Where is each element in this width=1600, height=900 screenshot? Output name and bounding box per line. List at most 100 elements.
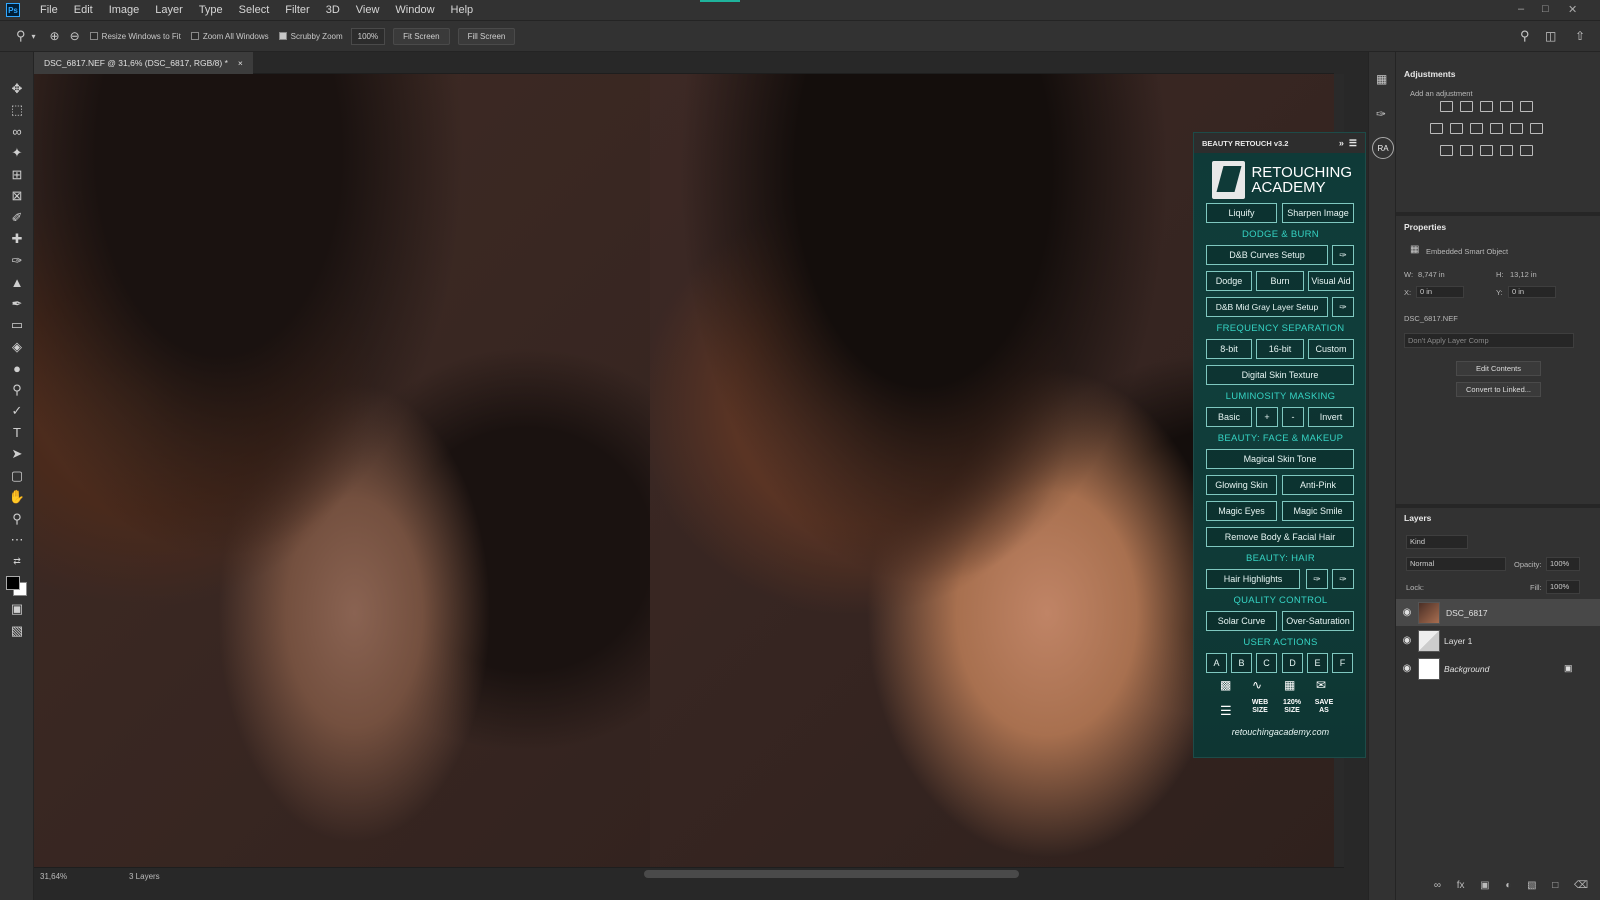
menu-3d[interactable]: 3D bbox=[318, 4, 348, 16]
levels-icon[interactable]: ▩ bbox=[1220, 678, 1231, 692]
link-layers-icon[interactable]: ∞ bbox=[1434, 880, 1441, 891]
user-action-d-button[interactable]: D bbox=[1282, 653, 1303, 673]
screen-mode-icon[interactable]: ▧ bbox=[0, 620, 34, 642]
ra-plugin-icon[interactable]: RA bbox=[1372, 137, 1394, 159]
menu-file[interactable]: File bbox=[32, 4, 66, 16]
user-action-e-button[interactable]: E bbox=[1307, 653, 1328, 673]
blur-tool-icon[interactable]: ● bbox=[0, 358, 34, 380]
menu-select[interactable]: Select bbox=[231, 4, 278, 16]
fx-icon[interactable]: fx bbox=[1457, 880, 1465, 891]
digital-skin-texture-button[interactable]: Digital Skin Texture bbox=[1206, 365, 1354, 385]
menu-filter[interactable]: Filter bbox=[277, 4, 317, 16]
web-size-button[interactable]: WEB SIZE bbox=[1246, 699, 1274, 715]
y-input[interactable]: 0 in bbox=[1508, 286, 1556, 298]
adjustment-layer-icon[interactable]: ◐ bbox=[1505, 880, 1511, 891]
x-input[interactable]: 0 in bbox=[1416, 286, 1464, 298]
visual-aid-button[interactable]: Visual Aid bbox=[1308, 271, 1354, 291]
lum-invert-button[interactable]: Invert bbox=[1308, 407, 1354, 427]
posterize-icon[interactable] bbox=[1460, 145, 1473, 156]
menu-window[interactable]: Window bbox=[387, 4, 442, 16]
crop-tool-icon[interactable]: ⊞ bbox=[0, 164, 34, 186]
zoom-out-icon[interactable]: ⊖ bbox=[70, 29, 80, 43]
minimize-icon[interactable]: – bbox=[1518, 3, 1524, 15]
user-action-b-button[interactable]: B bbox=[1231, 653, 1252, 673]
more-tools-icon[interactable]: ⋯ bbox=[0, 530, 34, 552]
menu-help[interactable]: Help bbox=[443, 4, 482, 16]
horizontal-scrollbar[interactable] bbox=[644, 870, 1019, 878]
eye-icon[interactable]: ◉ bbox=[1396, 607, 1418, 618]
pen-tool-icon[interactable]: ✓ bbox=[0, 401, 34, 423]
resize-windows-checkbox[interactable]: Resize Windows to Fit bbox=[89, 32, 181, 41]
selective-color-icon[interactable] bbox=[1500, 145, 1513, 156]
calendar-icon[interactable]: ▦ bbox=[1284, 678, 1295, 692]
vibrance-icon[interactable] bbox=[1520, 101, 1533, 112]
mask-icon[interactable]: ▣ bbox=[1480, 880, 1489, 891]
group-icon[interactable]: ▧ bbox=[1527, 880, 1536, 891]
fill-screen-button[interactable]: Fill Screen bbox=[457, 27, 516, 45]
new-layer-icon[interactable]: □ bbox=[1552, 880, 1558, 891]
anti-pink-button[interactable]: Anti-Pink bbox=[1282, 475, 1354, 495]
lasso-tool-icon[interactable]: ∞ bbox=[0, 121, 34, 143]
photo-filter-icon[interactable] bbox=[1490, 123, 1503, 134]
hair-highlights-button[interactable]: Hair Highlights bbox=[1206, 569, 1300, 589]
envelope-icon[interactable]: ✉ bbox=[1316, 678, 1326, 692]
brightness-icon[interactable] bbox=[1440, 101, 1453, 112]
brush-icon[interactable]: ✑ bbox=[1332, 297, 1354, 317]
lum-plus-button[interactable]: + bbox=[1256, 407, 1278, 427]
fs-custom-button[interactable]: Custom bbox=[1308, 339, 1354, 359]
quick-selection-icon[interactable]: ✦ bbox=[0, 143, 34, 165]
liquify-button[interactable]: Liquify bbox=[1206, 203, 1277, 223]
fs-8bit-button[interactable]: 8-bit bbox=[1206, 339, 1252, 359]
healing-brush-icon[interactable]: ✚ bbox=[0, 229, 34, 251]
dodge-tool-icon[interactable]: ⚲ bbox=[0, 379, 34, 401]
curves-icon[interactable] bbox=[1480, 101, 1493, 112]
layer-kind-filter[interactable]: Kind bbox=[1406, 535, 1468, 549]
paint-bucket-icon[interactable]: ◈ bbox=[0, 336, 34, 358]
layer-comp-select[interactable]: Don't Apply Layer Comp bbox=[1404, 333, 1574, 348]
layer-row[interactable]: ◉ Background ▣ bbox=[1396, 655, 1600, 682]
document-tab[interactable]: DSC_6817.NEF @ 31,6% (DSC_6817, RGB/8) *… bbox=[34, 52, 253, 74]
edit-contents-button[interactable]: Edit Contents bbox=[1456, 361, 1541, 376]
brush-settings-icon[interactable]: ✑ bbox=[1376, 107, 1386, 121]
h-value[interactable]: 13,12 in bbox=[1510, 270, 1537, 279]
menu-image[interactable]: Image bbox=[101, 4, 148, 16]
history-brush-icon[interactable]: ✒ bbox=[0, 293, 34, 315]
close-window-icon[interactable]: ✕ bbox=[1568, 3, 1577, 16]
zoom-percent-field[interactable]: 100% bbox=[350, 27, 386, 45]
user-action-f-button[interactable]: F bbox=[1332, 653, 1353, 673]
layers-stack-icon[interactable]: ☰ bbox=[1220, 703, 1232, 719]
swap-colors-icon[interactable]: ⇄ bbox=[0, 551, 34, 573]
magical-skin-tone-button[interactable]: Magical Skin Tone bbox=[1206, 449, 1354, 469]
foreground-color-swatch[interactable] bbox=[6, 575, 20, 590]
glowing-skin-button[interactable]: Glowing Skin bbox=[1206, 475, 1277, 495]
hue-saturation-icon[interactable] bbox=[1430, 123, 1443, 134]
eye-icon[interactable]: ◉ bbox=[1396, 635, 1418, 646]
convert-to-linked-button[interactable]: Convert to Linked... bbox=[1456, 382, 1541, 397]
w-value[interactable]: 8,747 in bbox=[1418, 270, 1445, 279]
clone-stamp-icon[interactable]: ▲ bbox=[0, 272, 34, 294]
layer-row[interactable]: ◉ Layer 1 bbox=[1396, 627, 1600, 654]
lum-basic-button[interactable]: Basic bbox=[1206, 407, 1252, 427]
plugin-website-link[interactable]: retouchingacademy.com bbox=[1194, 727, 1367, 737]
menu-view[interactable]: View bbox=[348, 4, 388, 16]
user-action-a-button[interactable]: A bbox=[1206, 653, 1227, 673]
channel-mixer-icon[interactable] bbox=[1510, 123, 1523, 134]
rectangle-tool-icon[interactable]: ▢ bbox=[0, 465, 34, 487]
invert-icon[interactable] bbox=[1440, 145, 1453, 156]
color-balance-icon[interactable] bbox=[1450, 123, 1463, 134]
path-selection-icon[interactable]: ➤ bbox=[0, 444, 34, 466]
panel-menu-icon[interactable]: » ☰ bbox=[1339, 138, 1357, 149]
eye-icon[interactable]: ◉ bbox=[1396, 663, 1418, 674]
zoom-tool-icon[interactable]: ⚲ bbox=[16, 28, 26, 44]
sharpen-image-button[interactable]: Sharpen Image bbox=[1282, 203, 1354, 223]
frame-tool-icon[interactable]: ⊠ bbox=[0, 186, 34, 208]
levels-icon[interactable] bbox=[1460, 101, 1473, 112]
history-panel-icon[interactable]: ▦ bbox=[1376, 72, 1387, 86]
color-swatches[interactable] bbox=[0, 573, 33, 599]
opacity-input[interactable]: 100% bbox=[1546, 557, 1580, 571]
status-zoom[interactable]: 31,64% bbox=[40, 872, 67, 881]
size-120-button[interactable]: 120% SIZE bbox=[1278, 699, 1306, 715]
scrubby-zoom-checkbox[interactable]: Scrubby Zoom bbox=[278, 32, 343, 41]
move-tool-icon[interactable]: ✥ bbox=[0, 78, 34, 100]
zoom-all-checkbox[interactable]: Zoom All Windows bbox=[190, 32, 269, 41]
